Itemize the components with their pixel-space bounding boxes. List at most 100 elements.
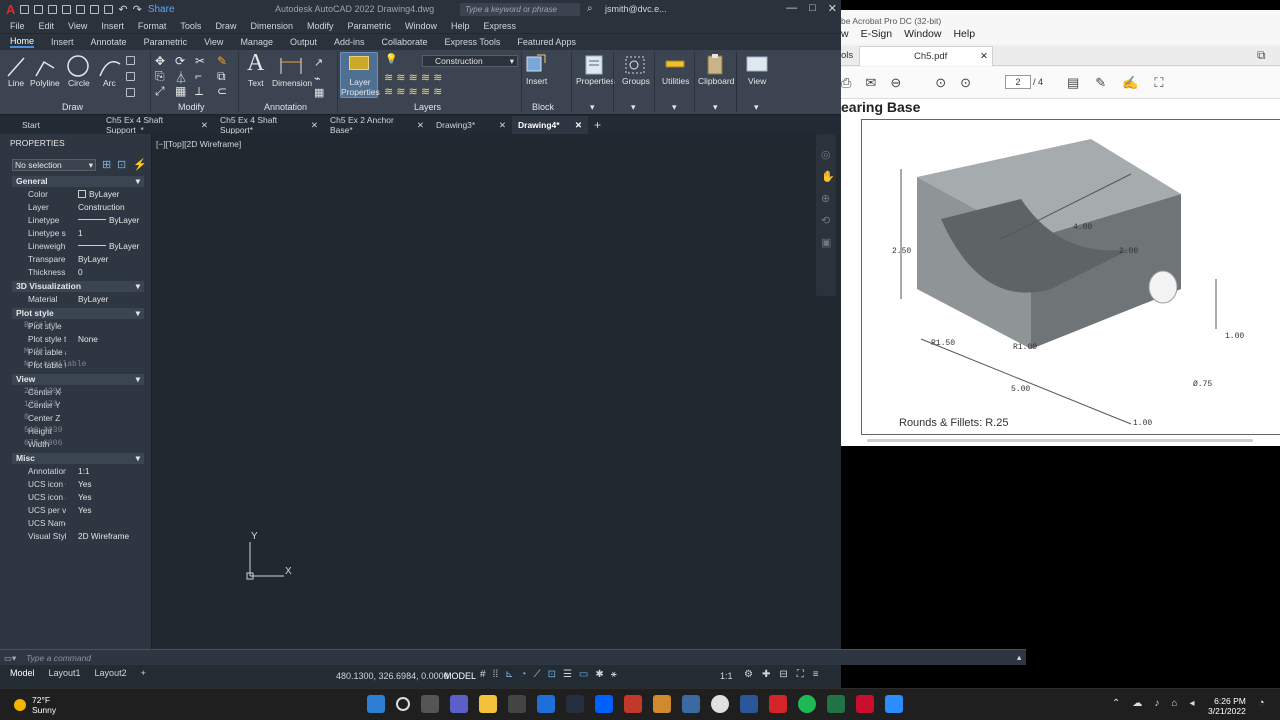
tab-manage[interactable]: Manage <box>240 37 273 47</box>
menu-dimension[interactable]: Dimension <box>250 21 293 31</box>
menu-express[interactable]: Express <box>484 21 517 31</box>
web-save-icon[interactable] <box>90 5 100 14</box>
panel-block[interactable]: Block <box>532 102 554 112</box>
volume-icon[interactable]: ◂ <box>1189 698 1194 709</box>
autocad-taskbar-icon[interactable] <box>856 695 874 713</box>
menu-draw[interactable]: Draw <box>215 21 236 31</box>
network-icon[interactable]: ⌂ <box>1171 698 1177 709</box>
snipping-tool-icon[interactable] <box>508 695 526 713</box>
tab-drawing3[interactable]: Drawing3* ✕ <box>430 116 512 134</box>
search-input[interactable]: Type a keyword or phrase <box>460 3 580 16</box>
view-tool[interactable]: View <box>748 76 766 86</box>
close-icon[interactable]: ✕ <box>417 120 424 131</box>
word-icon[interactable] <box>740 695 758 713</box>
prop-linetype-scale[interactable]: Linetype sc...1 <box>12 228 144 240</box>
maximize-icon[interactable]: □ <box>809 2 816 15</box>
photos-icon[interactable] <box>537 695 555 713</box>
undo-icon[interactable]: ↶ <box>118 3 127 16</box>
category-3d-visualization[interactable]: 3D Visualization ▾ <box>12 281 144 292</box>
prop-center-y[interactable]: Center Y 170.473 <box>12 400 144 412</box>
model-space-toggle[interactable]: MODEL <box>444 671 476 681</box>
prop-plot-style[interactable]: Plot style ByColor <box>12 321 144 333</box>
panel-modify[interactable]: Modify <box>178 102 205 112</box>
properties-icon[interactable] <box>583 53 605 75</box>
horizontal-scrollbar[interactable] <box>867 439 1253 442</box>
close-icon[interactable]: ✕ <box>575 120 582 131</box>
prop-plot-table-type[interactable]: Plot table t...Not available <box>12 360 144 372</box>
view-dropdown-icon[interactable]: ▾ <box>754 102 759 113</box>
amazon-icon[interactable] <box>566 695 584 713</box>
prop-ucs-icon-on[interactable]: UCS icon OnYes <box>12 479 144 491</box>
menu-esign[interactable]: E-Sign <box>861 28 893 44</box>
prop-annotation-scale[interactable]: Annotation...1:1 <box>12 466 144 478</box>
search-icon[interactable] <box>396 697 410 711</box>
insert-tool[interactable]: Insert <box>526 76 547 86</box>
task-view-icon[interactable] <box>421 695 439 713</box>
prop-plot-style-table[interactable]: Plot style t...None <box>12 334 144 346</box>
chrome-icon[interactable] <box>711 695 729 713</box>
navigation-bar[interactable]: ◎ ✋ ⊕ ⟲ ▣ <box>816 134 836 296</box>
tab-featured-apps[interactable]: Featured Apps <box>517 37 576 47</box>
tab-ch5-ex4-shaft-support-underscore[interactable]: Ch5 Ex 4 Shaft Support_* ✕ <box>100 115 214 135</box>
prop-lineweight[interactable]: Lineweight ByLayer <box>12 241 144 253</box>
tab-express-tools[interactable]: Express Tools <box>445 37 501 47</box>
circle-tool[interactable]: Circle <box>68 78 90 88</box>
clock[interactable]: 6:26 PM 3/21/2022 <box>1208 696 1246 716</box>
acrobat-pro-icon[interactable] <box>769 695 787 713</box>
minimize-icon[interactable]: — <box>786 2 797 15</box>
annotation-small-tools[interactable]: ↗ ⌁ ▦ <box>312 56 334 100</box>
prop-width[interactable]: Width 675.6906 <box>12 439 144 451</box>
menu-file[interactable]: File <box>10 21 25 31</box>
prop-ucs-name[interactable]: UCS Name <box>12 518 144 530</box>
sign-icon[interactable]: ✍ <box>1122 75 1138 91</box>
cloud-icon[interactable]: ☁ <box>1132 698 1142 709</box>
utilities-tool[interactable]: Utilities <box>662 76 689 86</box>
microphone-icon[interactable]: ♪ <box>1154 698 1159 709</box>
clipboard-tool[interactable]: Clipboard <box>698 76 734 86</box>
command-input[interactable]: Type a command <box>26 653 91 663</box>
tab-layout1[interactable]: Layout1 <box>49 668 81 678</box>
menu-insert[interactable]: Insert <box>101 21 124 31</box>
share-icon[interactable]: ⧉ <box>1257 48 1266 63</box>
panel-layers[interactable]: Layers <box>414 102 441 112</box>
modify-tools[interactable]: ✥ ⟳ ✂ ⎘ ⏃ ⌐ ⤢ ▦ ⟂ ✎ ⧉ ⊂ <box>155 54 235 100</box>
page-down-icon[interactable]: ⊙ <box>960 75 971 91</box>
open-file-icon[interactable] <box>34 5 44 14</box>
tab-tools[interactable]: ols <box>841 50 853 61</box>
tab-ch5-pdf[interactable]: Ch5.pdf ✕ <box>859 46 993 66</box>
prop-layer[interactable]: Layer Construction <box>12 202 144 214</box>
menu-help[interactable]: Help <box>451 21 470 31</box>
layer-small-tools[interactable]: ≋ ≋ ≋ ≋ ≋ ≋ ≋ ≋ ≋ ≋ <box>384 71 464 99</box>
tab-model[interactable]: Model <box>10 668 35 678</box>
properties-dropdown-icon[interactable]: ▾ <box>590 102 595 113</box>
close-icon[interactable]: ✕ <box>980 51 988 62</box>
excel-icon[interactable] <box>827 695 845 713</box>
acrobat-reader-icon[interactable] <box>624 695 642 713</box>
menu-window[interactable]: Window <box>405 21 437 31</box>
workspace-tools[interactable]: ⚙ ✚ ⊟ ⛶ ≡ <box>744 669 819 680</box>
groups-icon[interactable] <box>624 53 646 75</box>
new-tab-icon[interactable]: + <box>588 116 607 134</box>
groups-tool[interactable]: Groups <box>622 76 650 86</box>
lightbulb-icon[interactable]: 💡 <box>385 54 397 65</box>
close-icon[interactable]: ✕ <box>828 2 837 15</box>
prop-center-x[interactable]: Center X 236.4391 <box>12 387 144 399</box>
zoom-out-icon[interactable]: ⊖ <box>890 75 901 91</box>
plot-icon[interactable] <box>104 5 114 14</box>
panel-annotation[interactable]: Annotation <box>264 102 307 112</box>
menu-parametric[interactable]: Parametric <box>348 21 392 31</box>
clipboard-dropdown-icon[interactable]: ▾ <box>713 102 718 113</box>
menu-tools[interactable]: Tools <box>180 21 201 31</box>
tab-insert[interactable]: Insert <box>51 37 74 47</box>
dropbox-icon[interactable] <box>595 695 613 713</box>
groups-dropdown-icon[interactable]: ▾ <box>631 102 636 113</box>
menu-edit[interactable]: Edit <box>39 21 55 31</box>
page-up-icon[interactable]: ⊙ <box>935 75 946 91</box>
fill-sign-icon[interactable]: ⛶ <box>1154 75 1163 91</box>
tab-output[interactable]: Output <box>290 37 317 47</box>
menu-view-partial[interactable]: w <box>841 28 849 44</box>
selection-dropdown[interactable]: No selection ▾ <box>12 159 96 171</box>
clipboard-icon[interactable] <box>704 53 726 75</box>
tab-collaborate[interactable]: Collaborate <box>382 37 428 47</box>
category-misc[interactable]: Misc ▾ <box>12 453 144 464</box>
